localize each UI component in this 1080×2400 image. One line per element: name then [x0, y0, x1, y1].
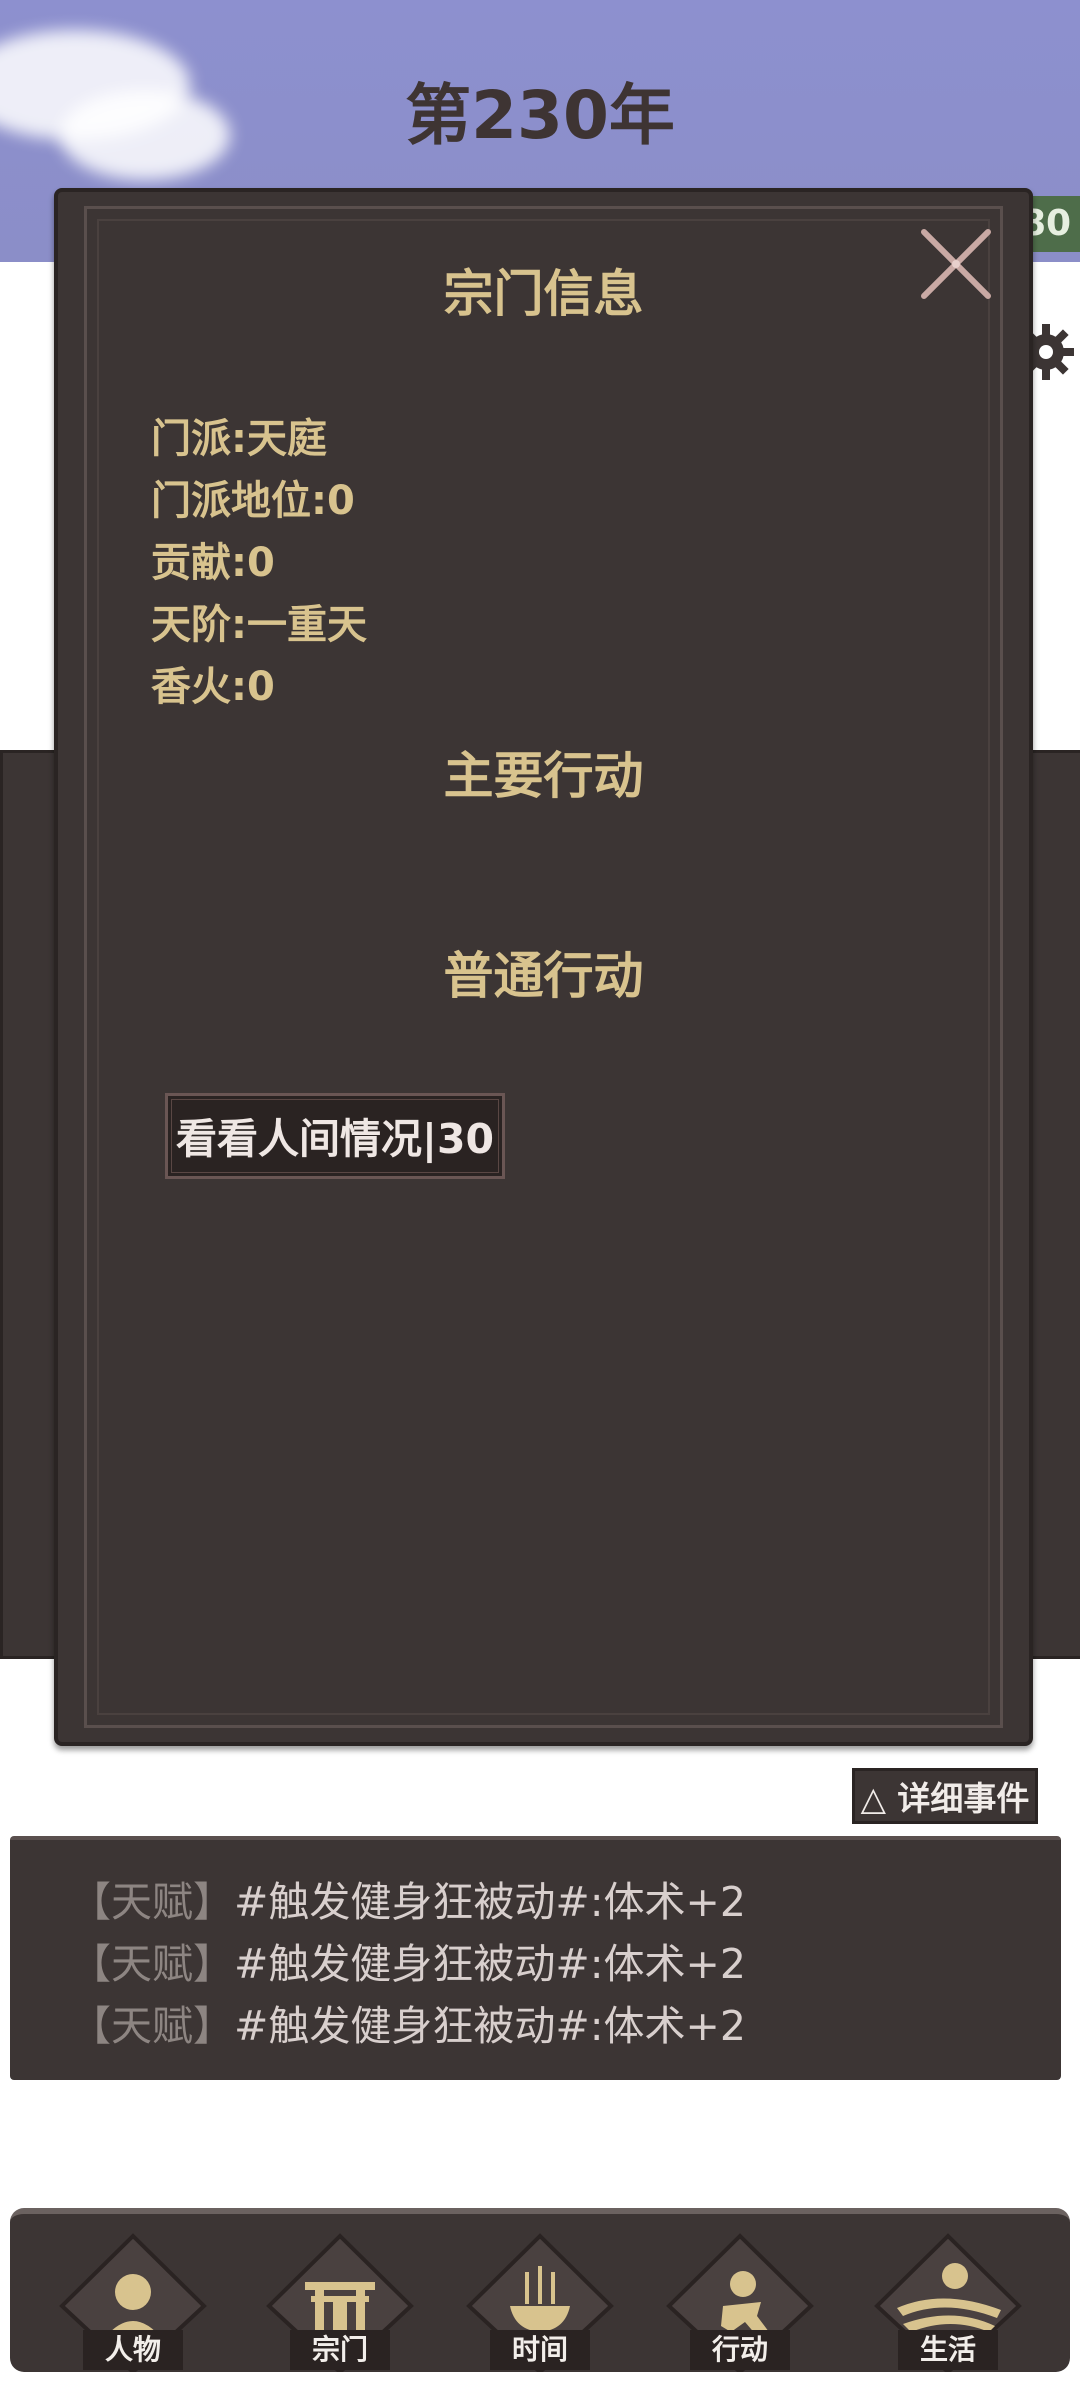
year-title: 第230年 [405, 77, 675, 154]
nav-item-life[interactable]: 生活 [873, 2232, 1023, 2372]
log-text: #触发健身狂被动#:体术+2 [234, 1940, 746, 1988]
action-button-label: 看看人间情况|30 [171, 1099, 499, 1173]
section-title-sect-info: 宗门信息 [443, 265, 644, 323]
action-button-observe-world[interactable]: 看看人间情况|30 [165, 1093, 505, 1179]
log-text: #触发健身狂被动#:体术+2 [234, 1878, 746, 1926]
log-tag: 【天赋】 [70, 1940, 234, 1988]
background-panel-left [0, 750, 58, 1659]
log-line: 【天赋】#触发健身狂被动#:体术+2 [70, 1868, 746, 1928]
info-sect: 门派:天庭 [151, 416, 327, 462]
bottom-navbar: 人物 宗门 时间 行动 生活 [10, 2208, 1070, 2372]
nav-label: 行动 [690, 2330, 790, 2370]
section-title-main-actions: 主要行动 [443, 747, 644, 805]
nav-item-character[interactable]: 人物 [58, 2232, 208, 2372]
log-line: 【天赋】#触发健身狂被动#:体术+2 [70, 1992, 746, 2052]
info-contribution: 贡献:0 [151, 540, 275, 586]
nav-label: 时间 [490, 2330, 590, 2370]
log-tag: 【天赋】 [70, 1878, 234, 1926]
log-text: #触发健身狂被动#:体术+2 [234, 2002, 746, 2050]
nav-label: 人物 [83, 2330, 183, 2370]
sect-info-modal: 宗门信息 门派:天庭 门派地位:0 贡献:0 天阶:一重天 香火:0 主要行动 … [54, 188, 1033, 1746]
info-heaven-rank: 天阶:一重天 [151, 602, 367, 648]
nav-item-sect[interactable]: 宗门 [265, 2232, 415, 2372]
info-incense: 香火:0 [151, 664, 275, 710]
nav-label: 宗门 [290, 2330, 390, 2370]
section-title-common-actions: 普通行动 [443, 947, 644, 1005]
log-line: 【天赋】#触发健身狂被动#:体术+2 [70, 1930, 746, 1990]
nav-item-action[interactable]: 行动 [665, 2232, 815, 2372]
log-tag: 【天赋】 [70, 2002, 234, 2050]
background-panel-right [1028, 750, 1080, 1659]
detail-events-button[interactable]: △ 详细事件 [852, 1768, 1038, 1824]
event-log: 【天赋】#触发健身狂被动#:体术+2 【天赋】#触发健身狂被动#:体术+2 【天… [10, 1836, 1061, 2080]
nav-item-time[interactable]: 时间 [465, 2232, 615, 2372]
nav-label: 生活 [898, 2330, 998, 2370]
info-sect-rank: 门派地位:0 [151, 478, 355, 524]
